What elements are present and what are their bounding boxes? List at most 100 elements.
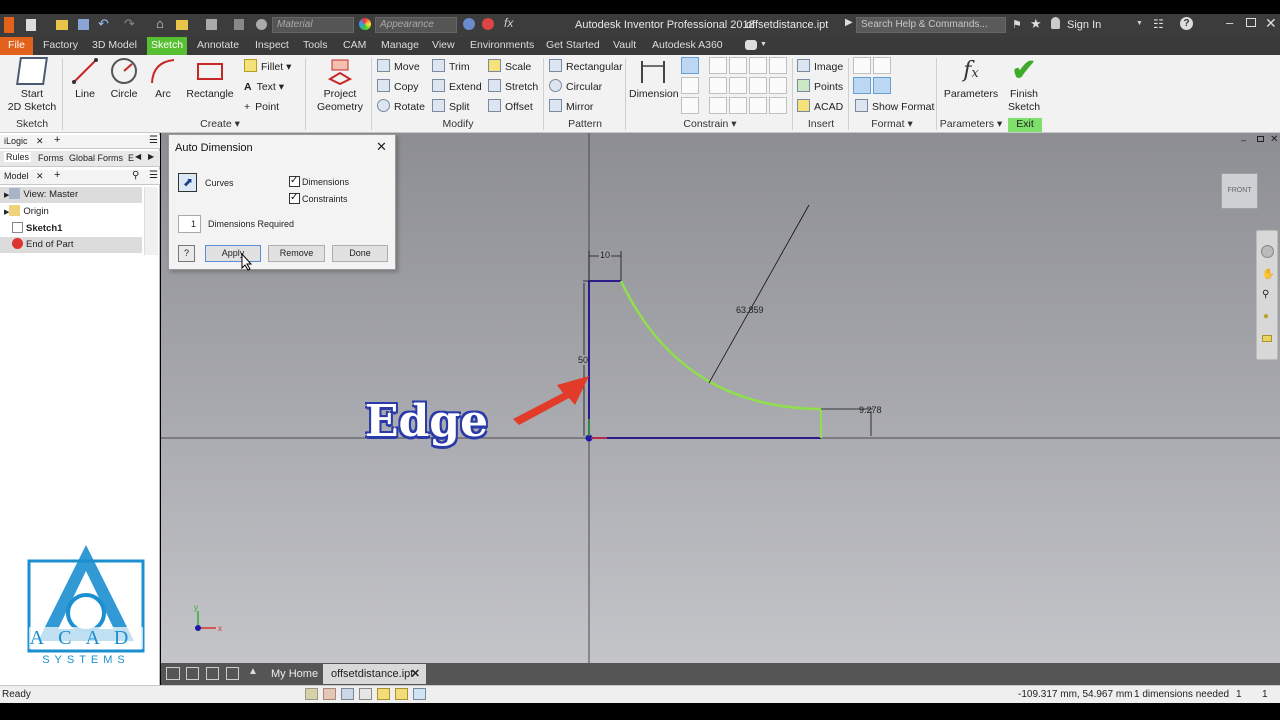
point-button[interactable]: + Point (244, 99, 279, 115)
add-model-tab-icon[interactable]: + (54, 169, 60, 181)
tree-item-view-master[interactable]: ▶ View: Master (0, 187, 142, 203)
tab-get-started[interactable]: Get Started (543, 37, 603, 55)
cascade-icon[interactable] (166, 667, 180, 680)
sign-in-link[interactable]: Sign In (1067, 19, 1101, 31)
dimension-50[interactable]: 50 (578, 355, 589, 365)
tile-horizontal-icon[interactable] (206, 667, 219, 680)
star-icon[interactable]: ★ (1030, 16, 1042, 32)
search-arrow-icon[interactable]: ▶ (845, 17, 853, 28)
material-dropdown[interactable]: Material (272, 17, 354, 33)
tab-factory[interactable]: Factory (40, 37, 81, 55)
driven-dimension-button[interactable] (873, 77, 891, 94)
project-geometry-button[interactable]: Project Geometry (312, 57, 368, 114)
tab-environments[interactable]: Environments (467, 37, 537, 55)
circle-button[interactable]: Circle (107, 57, 141, 101)
panel-create-label[interactable]: Create ▾ (180, 118, 260, 132)
clear-appearance-icon[interactable] (463, 18, 475, 30)
tab-view[interactable]: View (429, 37, 458, 55)
navigation-bar[interactable]: ✋ ⚲ ● (1256, 230, 1278, 360)
save-icon[interactable] (78, 19, 89, 30)
arc-button[interactable]: Arc (146, 57, 180, 101)
appearance-dropdown[interactable]: Appearance (375, 17, 457, 33)
search-input[interactable]: Search Help & Commands... (856, 17, 1006, 33)
ribbon-dropdown-icon[interactable]: ▼ (760, 41, 767, 48)
add-tab-icon[interactable]: + (54, 134, 60, 146)
home-icon[interactable]: ⌂ (156, 16, 164, 31)
undo-icon[interactable]: ↶ (98, 16, 109, 32)
tab-ilogic[interactable]: iLogic (4, 136, 28, 146)
open-icon[interactable] (56, 20, 68, 30)
scroll-right-icon[interactable]: ▶ (148, 152, 154, 161)
adjust-icon[interactable] (482, 18, 494, 30)
centerline-button[interactable] (873, 57, 891, 74)
constraints-checkbox[interactable]: Constraints (289, 192, 348, 205)
orbit-icon[interactable]: ● (1263, 311, 1269, 322)
subtab-forms[interactable]: Forms (38, 153, 64, 163)
move-button[interactable]: Move (377, 59, 420, 75)
steering-wheel-icon[interactable] (1261, 245, 1274, 258)
relax-mode-icon[interactable] (395, 688, 408, 700)
tab-sketch[interactable]: Sketch (147, 37, 187, 55)
canvas-minimize-icon[interactable]: – (1241, 135, 1246, 145)
parameters-button[interactable]: fx Parameters (942, 57, 1000, 101)
viewcube[interactable]: FRONT (1221, 173, 1258, 209)
start-2d-sketch-button[interactable]: Start 2D Sketch (6, 57, 58, 114)
center-point-button[interactable] (853, 77, 871, 94)
subtab-rules[interactable]: Rules (4, 152, 32, 162)
symmetric-constraint-button[interactable] (749, 97, 767, 114)
folder-icon[interactable] (176, 20, 188, 30)
auto-dimension-button[interactable] (681, 57, 699, 74)
points-button[interactable]: Points (797, 79, 843, 95)
show-dimensions-icon[interactable] (359, 688, 372, 700)
text-button[interactable]: A Text ▾ (244, 79, 284, 95)
update-icon[interactable] (206, 19, 217, 30)
perpendicular-constraint-button[interactable] (729, 77, 747, 94)
show-format-button[interactable]: Show Format (855, 99, 934, 115)
mirror-button[interactable]: Mirror (549, 99, 593, 115)
show-dof-icon[interactable] (341, 688, 354, 700)
tab-3d-model[interactable]: 3D Model (89, 37, 140, 55)
ribbon-toggle-icon[interactable] (745, 40, 757, 50)
circular-pattern-button[interactable]: Circular (549, 79, 602, 95)
horizontal-constraint-button[interactable] (749, 77, 767, 94)
done-button[interactable]: Done (332, 245, 388, 262)
collinear-constraint-button[interactable] (729, 57, 747, 74)
image-button[interactable]: Image (797, 59, 843, 75)
show-constraints-icon[interactable] (323, 688, 336, 700)
redo-icon[interactable]: ↷ (124, 16, 135, 32)
tab-manage[interactable]: Manage (378, 37, 422, 55)
tab-file[interactable]: File (0, 37, 33, 55)
parallel-constraint-button[interactable] (709, 77, 727, 94)
globe-icon[interactable] (256, 19, 267, 30)
grid-snap-icon[interactable] (305, 688, 318, 700)
new-icon[interactable] (26, 19, 36, 31)
coincident-constraint-button[interactable] (709, 57, 727, 74)
tab-autodesk-a360[interactable]: Autodesk A360 (649, 37, 726, 55)
line-button[interactable]: Line (68, 57, 102, 101)
dimension-r63-859[interactable]: 63.859 (736, 305, 764, 315)
browser-search-icon[interactable]: ⚲ (132, 170, 139, 181)
binoculars-icon[interactable]: ⚑ (1012, 18, 1022, 31)
scale-button[interactable]: Scale (488, 59, 531, 75)
pan-icon[interactable]: ✋ (1262, 269, 1274, 280)
trim-button[interactable]: Trim (432, 59, 470, 75)
subtab-global-forms[interactable]: Global Forms (69, 153, 123, 163)
subtab-e[interactable]: E (128, 153, 134, 163)
panel-parameters-label[interactable]: Parameters ▾ (938, 118, 1004, 132)
sign-in-dropdown-icon[interactable]: ▼ (1136, 20, 1143, 27)
tree-item-origin[interactable]: ▶ Origin (0, 204, 142, 220)
concentric-constraint-button[interactable] (749, 57, 767, 74)
panel-constrain-label[interactable]: Constrain ▾ (672, 118, 748, 132)
help-icon[interactable]: ? (1180, 17, 1193, 30)
tab-inspect[interactable]: Inspect (252, 37, 292, 55)
offset-button[interactable]: Offset (488, 99, 533, 115)
fillet-button[interactable]: Fillet ▾ (244, 59, 291, 75)
rotate-button[interactable]: Rotate (377, 99, 425, 115)
cart-icon[interactable]: ☷ (1153, 17, 1164, 31)
dimension-button[interactable]: Dimension (629, 57, 679, 101)
vertical-constraint-button[interactable] (769, 77, 787, 94)
dimension-9-278[interactable]: 9.278 (859, 405, 882, 415)
dimensions-checkbox[interactable]: Dimensions (289, 175, 349, 188)
tab-vault[interactable]: Vault (610, 37, 639, 55)
scroll-left-icon[interactable]: ◀ (135, 152, 141, 161)
